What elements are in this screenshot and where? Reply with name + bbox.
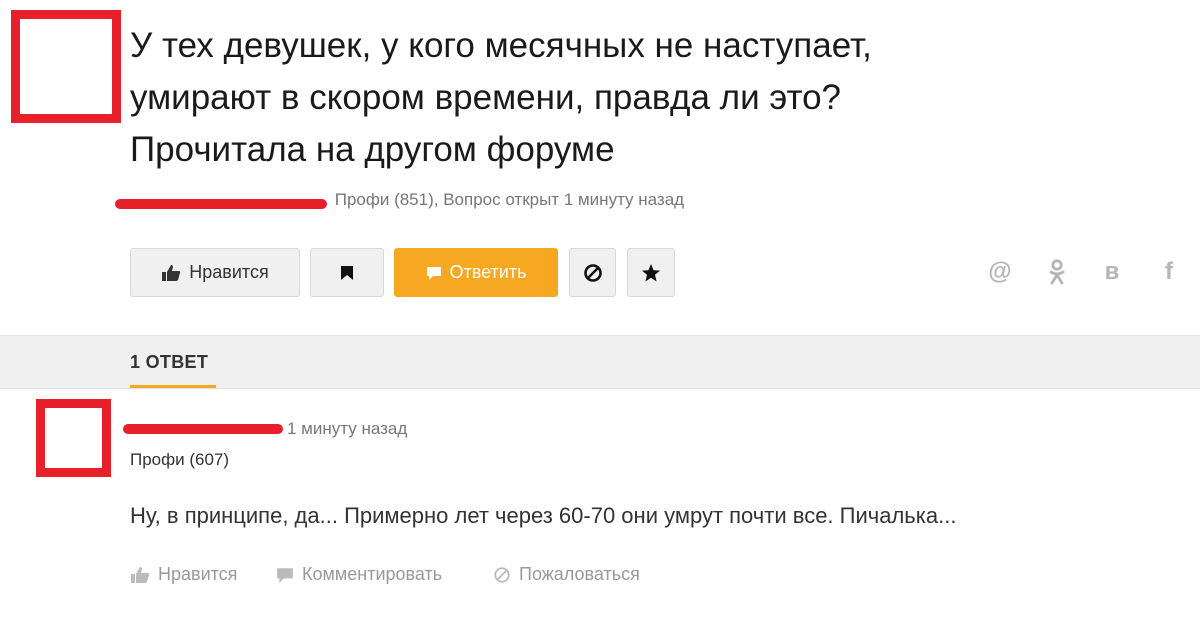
like-button-label: Нравится: [189, 262, 269, 282]
question-title-line: У тех девушек, у кого месячных не наступ…: [130, 26, 872, 65]
speech-bubble-icon: [426, 266, 441, 280]
question-title-line: Прочитала на другом форуме: [130, 130, 615, 169]
answers-tab-bar: 1 ОТВЕТ: [0, 335, 1200, 389]
speech-bubble-icon: [277, 567, 293, 583]
answer-button-label: Ответить: [449, 262, 527, 282]
answer-text: Ну, в принципе, да... Примерно лет через…: [130, 503, 957, 528]
like-button[interactable]: Нравится: [130, 248, 300, 297]
redaction-mark: [123, 424, 283, 434]
answer-like-action[interactable]: Нравится: [130, 564, 237, 585]
redaction-mark: [115, 199, 327, 209]
facebook-icon[interactable]: f: [1155, 258, 1183, 286]
answer-button[interactable]: Ответить: [394, 248, 558, 297]
answer-author-rank: Профи (607): [130, 450, 230, 469]
answer-comment-action[interactable]: Комментировать: [276, 564, 442, 585]
answer-time: 1 минуту назад: [287, 419, 408, 438]
answer-report-label: Пожаловаться: [519, 564, 640, 584]
answer-comment-label: Комментировать: [302, 564, 443, 584]
block-button[interactable]: [569, 248, 616, 297]
star-icon: [642, 263, 660, 281]
odnoklassniki-icon[interactable]: [1043, 258, 1071, 286]
block-icon: [494, 566, 510, 583]
question-title: У тех девушек, у кого месячных не наступ…: [130, 20, 1030, 176]
thumbs-up-icon: [162, 264, 181, 281]
answers-count-tab[interactable]: 1 ОТВЕТ: [130, 352, 208, 373]
answer-like-label: Нравится: [158, 564, 238, 584]
question-title-line: умирают в скором времени, правда ли это?: [130, 78, 842, 117]
thumbs-up-icon: [131, 566, 150, 583]
bookmark-button[interactable]: [310, 248, 384, 297]
at-icon[interactable]: @: [986, 258, 1014, 286]
block-icon: [583, 263, 602, 282]
question-author-avatar[interactable]: [11, 10, 121, 123]
question-meta-text: Профи (851), Вопрос открыт 1 минуту наза…: [334, 190, 685, 209]
star-button[interactable]: [627, 248, 675, 297]
answer-report-action[interactable]: Пожаловаться: [493, 564, 640, 585]
vk-icon[interactable]: в: [1098, 258, 1126, 286]
answer-author-avatar[interactable]: [36, 399, 111, 477]
bookmark-icon: [341, 265, 353, 280]
tab-active-indicator: [130, 385, 216, 388]
